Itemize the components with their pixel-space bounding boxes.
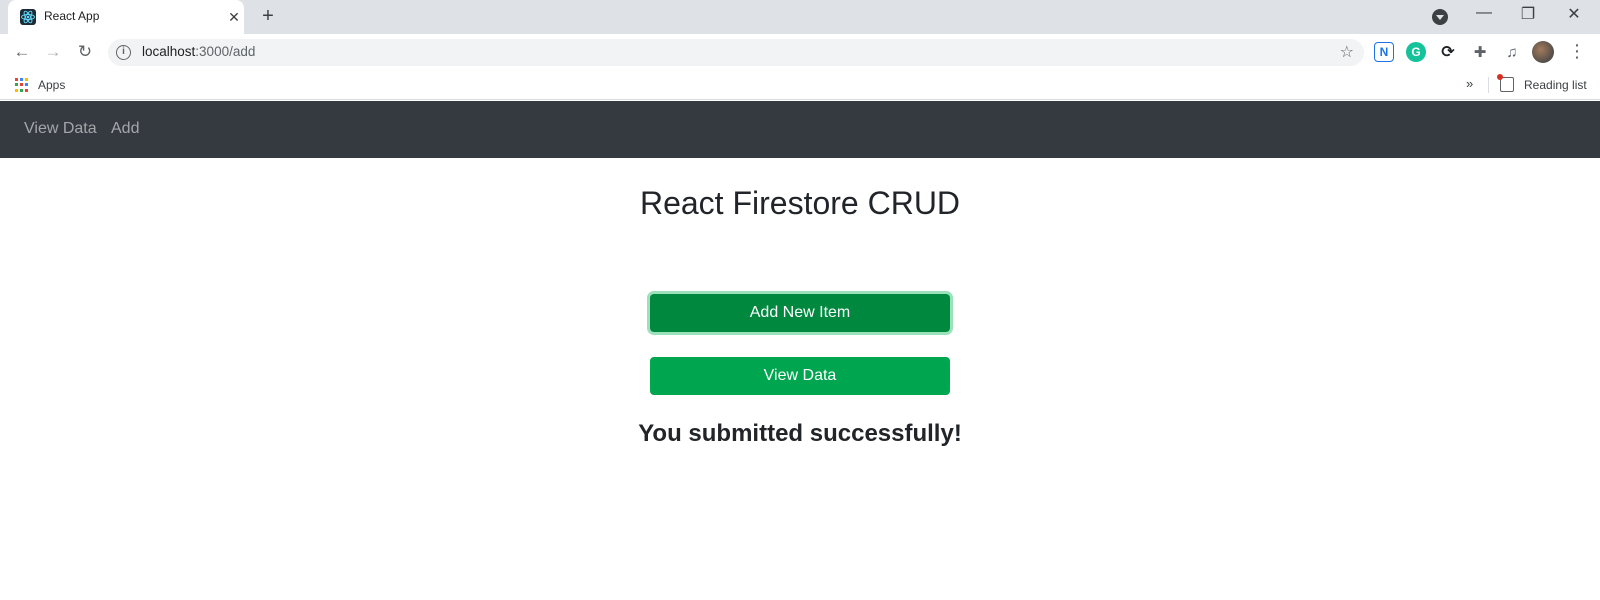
- bookmarks-divider: [1488, 77, 1489, 93]
- tab-title: React App: [44, 9, 100, 23]
- url-host: localhost: [142, 44, 196, 59]
- url-path: :3000/add: [195, 44, 256, 59]
- browser-toolbar: ← → ↻ i localhost:3000/add ☆ N G ⟳ ✚ ♫ ⋮: [0, 34, 1600, 70]
- view-data-button[interactable]: View Data: [650, 357, 950, 395]
- nav-link-view-data[interactable]: View Data: [24, 120, 97, 138]
- url-text[interactable]: localhost:3000/add: [142, 44, 255, 59]
- bookmark-star-icon[interactable]: ☆: [1340, 42, 1354, 62]
- grammarly-extension-icon[interactable]: G: [1406, 42, 1426, 62]
- sync-extension-icon[interactable]: ⟳: [1438, 42, 1458, 62]
- reload-icon[interactable]: ↻: [73, 40, 97, 64]
- forward-icon[interactable]: →: [41, 40, 65, 64]
- extensions-puzzle-icon[interactable]: ✚: [1470, 42, 1490, 62]
- success-message: You submitted successfully!: [638, 420, 962, 447]
- tab-strip: React App ✕ + — ❐ ✕: [0, 0, 1600, 34]
- window-close-icon[interactable]: ✕: [1560, 4, 1588, 28]
- apps-grid-icon[interactable]: [15, 78, 29, 92]
- media-control-icon[interactable]: ♫: [1502, 42, 1522, 62]
- tab-search-icon[interactable]: [1432, 9, 1448, 25]
- tab-close-icon[interactable]: ✕: [225, 8, 243, 26]
- browser-tab[interactable]: React App ✕: [8, 0, 244, 34]
- nav-link-add[interactable]: Add: [111, 120, 139, 138]
- address-bar[interactable]: i localhost:3000/add ☆: [108, 39, 1364, 66]
- minimize-icon[interactable]: —: [1470, 4, 1498, 28]
- reading-list-icon[interactable]: [1497, 74, 1514, 92]
- apps-bookmark[interactable]: Apps: [38, 78, 65, 92]
- add-new-item-button[interactable]: Add New Item: [650, 294, 950, 332]
- restore-icon[interactable]: ❐: [1514, 4, 1542, 28]
- reading-list-button[interactable]: Reading list: [1524, 78, 1587, 92]
- bookmarks-overflow-icon[interactable]: »: [1466, 76, 1473, 91]
- profile-avatar[interactable]: [1532, 41, 1554, 63]
- app-navbar: View Data Add: [0, 101, 1600, 158]
- bookmarks-bar: Apps » Reading list: [0, 70, 1600, 100]
- react-logo-icon: [20, 9, 36, 25]
- back-icon[interactable]: ←: [10, 40, 34, 64]
- new-tab-icon[interactable]: +: [256, 5, 280, 29]
- site-info-icon[interactable]: i: [116, 45, 131, 60]
- browser-menu-icon[interactable]: ⋮: [1568, 41, 1586, 63]
- page-title: React Firestore CRUD: [639, 185, 961, 221]
- notion-extension-icon[interactable]: N: [1374, 42, 1394, 62]
